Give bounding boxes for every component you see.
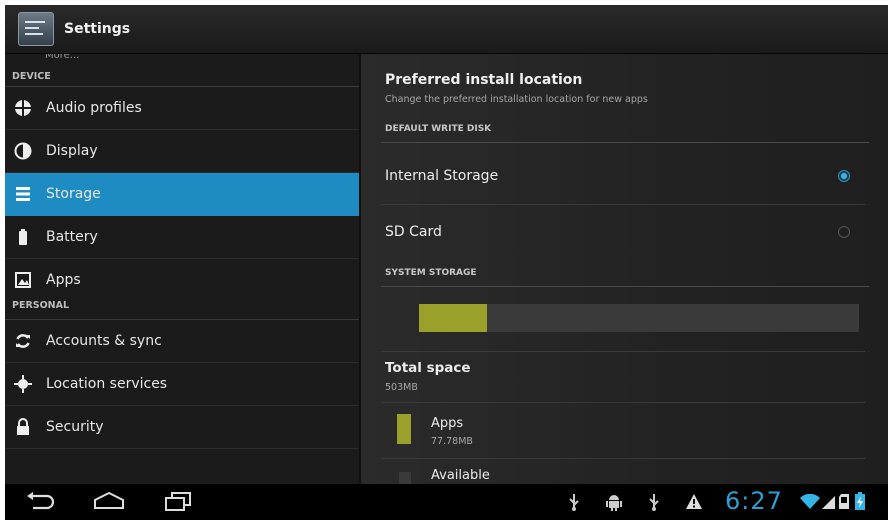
section-header-device: DEVICE: [5, 64, 359, 87]
storage-icon: [13, 184, 33, 204]
lock-icon: [13, 417, 33, 437]
warning-icon: [685, 493, 703, 514]
total-space-value: 503MB: [385, 382, 418, 393]
apps-storage-label: Apps: [431, 416, 464, 431]
divider: [381, 351, 865, 352]
android-debug-icon: [605, 492, 623, 516]
sidebar-item-accounts-sync[interactable]: Accounts & sync: [5, 320, 359, 363]
divider: [381, 204, 865, 205]
apps-icon: [13, 270, 33, 290]
sidebar-item-label: Display: [46, 143, 98, 159]
sidebar-item-label: Battery: [46, 229, 98, 245]
sidebar-item-security[interactable]: Security: [5, 406, 359, 449]
battery-status-icon: [854, 492, 866, 515]
total-space-label: Total space: [385, 360, 471, 376]
divider: [381, 458, 865, 459]
divider: [381, 402, 865, 403]
sidebar-item-label: Audio profiles: [46, 100, 142, 116]
sd-card-icon: [838, 493, 850, 514]
usb-icon: [567, 493, 581, 515]
sidebar-item-more[interactable]: More...: [5, 54, 359, 64]
signal-icon: [822, 494, 836, 514]
display-icon: [13, 141, 33, 161]
sidebar-item-location-services[interactable]: Location services: [5, 363, 359, 406]
sidebar-item-battery[interactable]: Battery: [5, 216, 359, 259]
system-navigation-bar: 6:27: [5, 484, 888, 520]
tablet-screen: Settings More... DEVICE Audio profiles D…: [5, 5, 888, 520]
preferred-install-subtitle: Change the preferred installation locati…: [385, 94, 648, 105]
settings-sidebar: More... DEVICE Audio profiles Display St…: [5, 54, 359, 484]
sidebar-item-label: Storage: [46, 186, 101, 202]
sidebar-item-label: Apps: [46, 272, 81, 288]
available-storage-label: Available: [431, 468, 490, 483]
system-storage-header: SYSTEM STORAGE: [381, 268, 869, 287]
audio-profiles-icon: [13, 98, 33, 118]
apps-storage-value: 77.78MB: [431, 436, 473, 447]
sd-card-label: SD Card: [385, 224, 442, 240]
usb-icon: [647, 493, 661, 515]
internal-storage-label: Internal Storage: [385, 168, 499, 184]
storage-usage-bar: [419, 304, 859, 332]
battery-icon: [13, 227, 33, 247]
sidebar-item-label: Accounts & sync: [46, 333, 162, 349]
sidebar-item-display[interactable]: Display: [5, 130, 359, 173]
back-icon[interactable]: [23, 490, 57, 518]
section-header-personal: PERSONAL: [5, 301, 359, 320]
sidebar-item-apps[interactable]: Apps: [5, 259, 359, 301]
sidebar-item-label: Security: [46, 419, 104, 435]
preferred-install-title: Preferred install location: [385, 72, 583, 88]
app-title: Settings: [64, 21, 131, 37]
internal-storage-radio[interactable]: [838, 170, 850, 182]
sd-card-radio[interactable]: [838, 226, 850, 238]
location-icon: [13, 374, 33, 394]
settings-icon[interactable]: [18, 12, 54, 46]
sync-icon: [13, 331, 33, 351]
apps-legend-swatch: [397, 414, 411, 444]
storage-detail-pane: Preferred install location Change the pr…: [361, 54, 888, 484]
sidebar-item-storage[interactable]: Storage: [5, 173, 359, 216]
default-write-disk-header: DEFAULT WRITE DISK: [381, 124, 869, 143]
available-legend-swatch: [399, 472, 411, 484]
action-bar: Settings: [5, 5, 888, 54]
wifi-icon: [800, 493, 820, 514]
storage-used-fill: [419, 304, 488, 332]
recent-apps-icon[interactable]: [163, 490, 193, 518]
home-icon[interactable]: [91, 490, 127, 518]
sidebar-item-audio-profiles[interactable]: Audio profiles: [5, 87, 359, 130]
sidebar-item-label: Location services: [46, 376, 168, 392]
status-clock[interactable]: 6:27: [725, 487, 783, 515]
